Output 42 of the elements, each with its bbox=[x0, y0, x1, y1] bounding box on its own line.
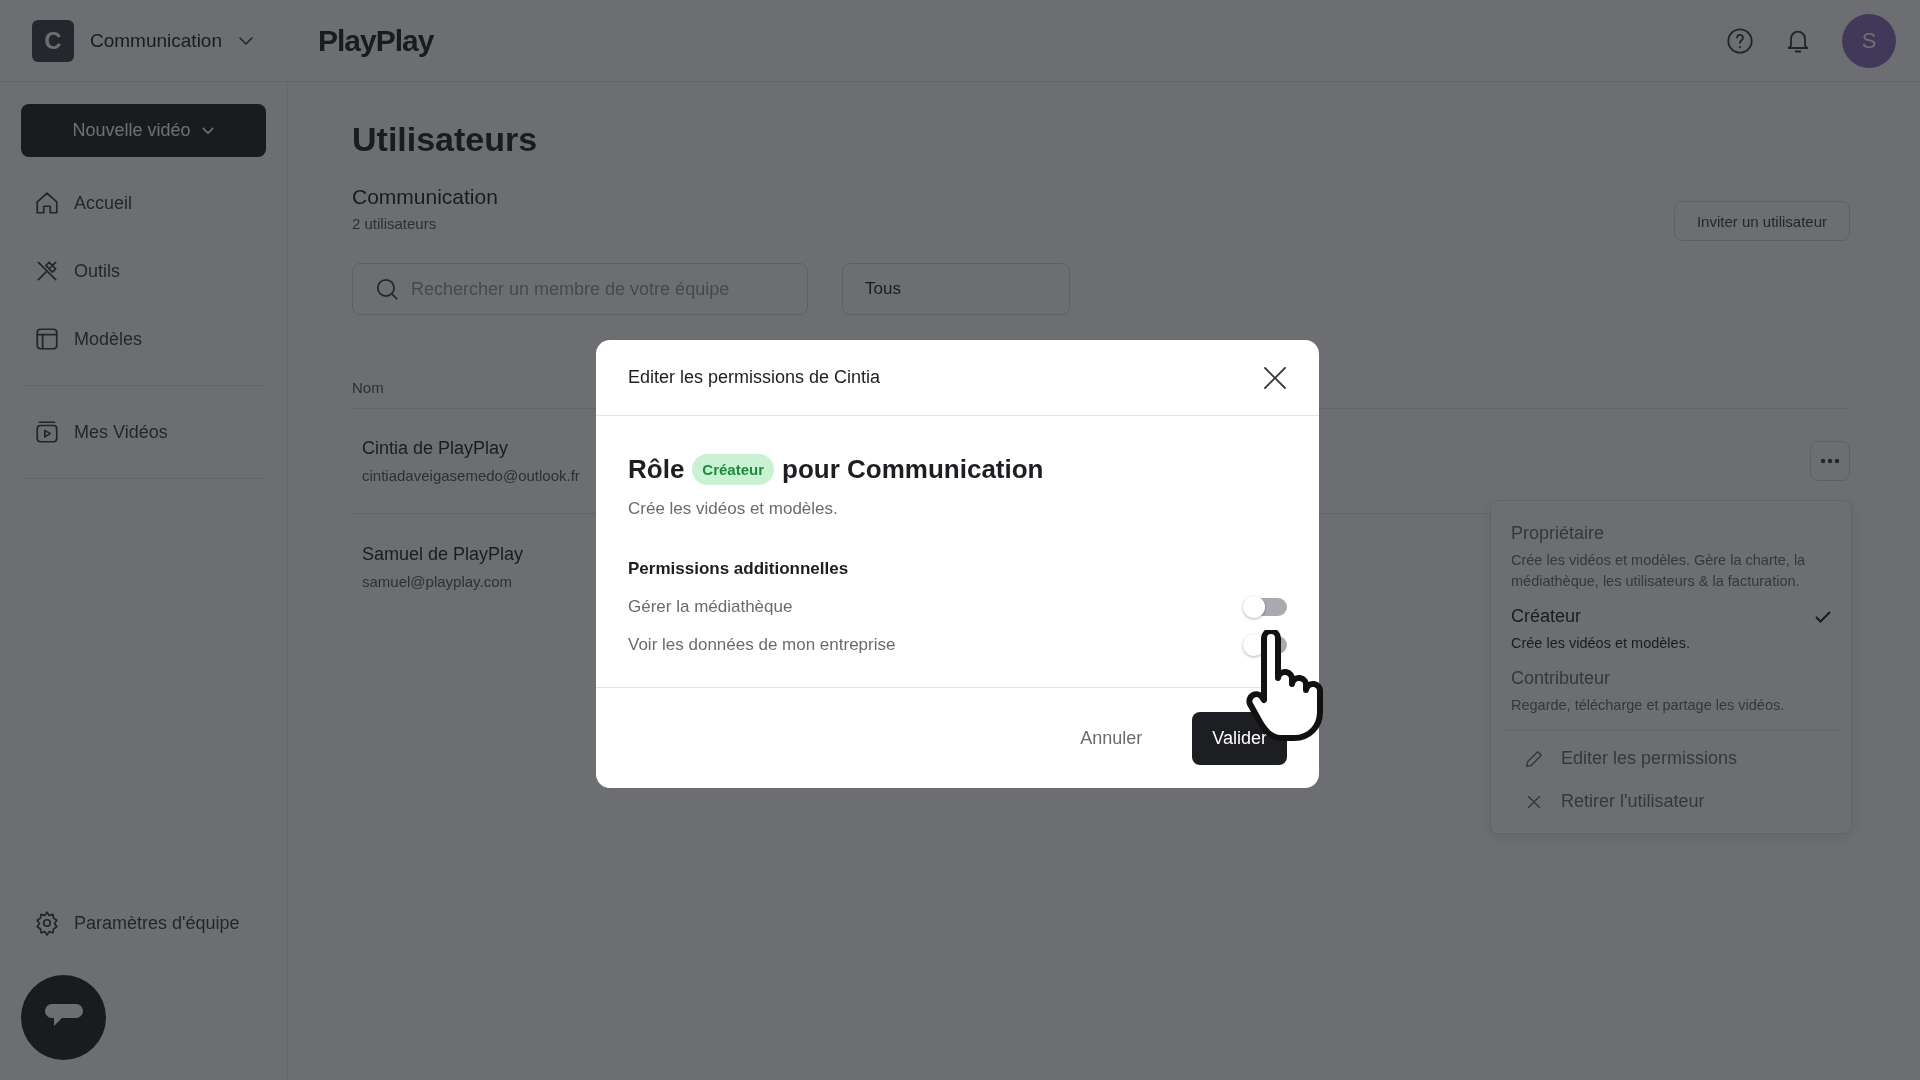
section-title: Permissions additionnelles bbox=[628, 559, 850, 579]
workspace-avatar: C bbox=[32, 19, 74, 62]
toggle-switch[interactable] bbox=[1243, 598, 1287, 616]
role-filter[interactable]: Tous bbox=[842, 263, 1070, 315]
user-count: 2 utilisateurs bbox=[352, 215, 438, 232]
user-email: samuel@playplay.com bbox=[362, 572, 513, 590]
search-icon bbox=[374, 276, 400, 302]
settings-icon bbox=[34, 910, 60, 936]
chevron-down-icon[interactable] bbox=[238, 35, 254, 46]
nav-item[interactable]: Accueil bbox=[21, 169, 266, 237]
help-icon[interactable] bbox=[1726, 26, 1754, 55]
home-icon bbox=[34, 190, 60, 216]
user-name: Samuel de PlayPlay bbox=[362, 543, 524, 565]
chevron-down-icon bbox=[200, 126, 215, 135]
nav-item[interactable]: Mes Vidéos bbox=[21, 398, 266, 466]
check-icon bbox=[1815, 610, 1831, 623]
user-name: Cintia de PlayPlay bbox=[362, 438, 510, 459]
team-name: Communication bbox=[352, 185, 498, 209]
role-description: Crée les vidéos et modèles. bbox=[628, 499, 839, 519]
close-button[interactable] bbox=[1263, 365, 1287, 390]
user-email: cintiadaveigasemedo@outlook.fr bbox=[362, 467, 580, 484]
nav-item[interactable]: Modèles bbox=[21, 305, 266, 373]
video-icon bbox=[34, 419, 60, 445]
role-badge: Créateur bbox=[692, 454, 775, 485]
more-button[interactable] bbox=[1810, 441, 1850, 481]
role-heading: pour Communication bbox=[782, 454, 1044, 485]
page-title: Utilisateurs bbox=[352, 120, 539, 159]
role-description: Crée les vidéos et modèles. bbox=[1511, 634, 1691, 653]
new-video-button[interactable]: Nouvelle vidéo bbox=[21, 104, 266, 157]
more-icon bbox=[1820, 458, 1840, 464]
role-heading: Rôle bbox=[628, 454, 685, 485]
close-icon bbox=[1263, 365, 1287, 390]
permission-label: Gérer la médiathèque bbox=[628, 597, 793, 617]
nav-item[interactable]: Paramètres d'équipe bbox=[21, 889, 266, 957]
role-option[interactable]: Créateur bbox=[1511, 606, 1582, 627]
logo: PlayPlay bbox=[318, 23, 434, 58]
nav-item[interactable]: Outils bbox=[21, 237, 266, 305]
permission-label: Voir les données de mon entreprise bbox=[628, 635, 896, 655]
template-icon bbox=[34, 326, 60, 352]
invite-button[interactable]: Inviter un utilisateur bbox=[1673, 201, 1850, 241]
cancel-button[interactable]: Annuler bbox=[1074, 726, 1149, 750]
workspace-name[interactable]: Communication bbox=[90, 29, 222, 52]
